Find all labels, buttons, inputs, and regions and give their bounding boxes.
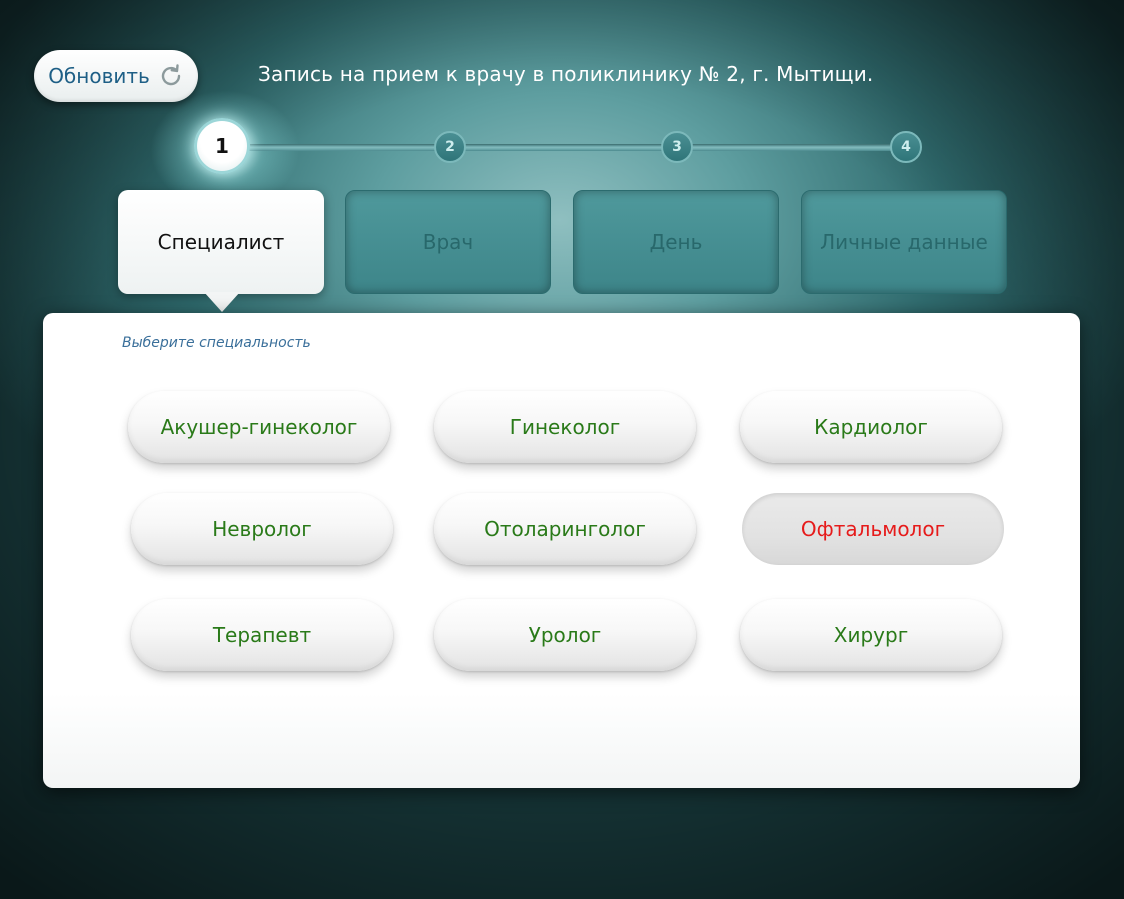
active-tab-pointer	[204, 292, 240, 312]
specialty-ophthalmologist[interactable]: Офтальмолог	[742, 493, 1004, 565]
refresh-button[interactable]: Обновить	[34, 50, 198, 102]
specialty-neurologist[interactable]: Невролог	[131, 493, 393, 565]
specialty-otolaryngologist[interactable]: Отоларинголог	[434, 493, 696, 565]
specialty-panel: Выберите специальность Акушер-гинеколог …	[43, 313, 1080, 788]
tab-doctor[interactable]: Врач	[345, 190, 551, 294]
page-title: Запись на прием к врачу в поликлинику № …	[258, 62, 874, 86]
tab-specialist[interactable]: Специалист	[118, 190, 324, 294]
step-2: 2	[434, 131, 466, 163]
specialty-urologist[interactable]: Уролог	[434, 599, 696, 671]
tab-day[interactable]: День	[573, 190, 779, 294]
specialty-cardiologist[interactable]: Кардиолог	[740, 391, 1002, 463]
step-3: 3	[661, 131, 693, 163]
step-4: 4	[890, 131, 922, 163]
tab-personal-data[interactable]: Личные данные	[801, 190, 1007, 294]
step-track	[240, 144, 908, 151]
specialty-therapist[interactable]: Терапевт	[131, 599, 393, 671]
specialty-obstetrician-gynecologist[interactable]: Акушер-гинеколог	[128, 391, 390, 463]
specialty-gynecologist[interactable]: Гинеколог	[434, 391, 696, 463]
panel-hint: Выберите специальность	[122, 335, 311, 351]
refresh-label: Обновить	[48, 64, 150, 88]
step-1: 1	[194, 118, 250, 174]
specialty-surgeon[interactable]: Хирург	[740, 599, 1002, 671]
refresh-icon	[161, 64, 181, 86]
